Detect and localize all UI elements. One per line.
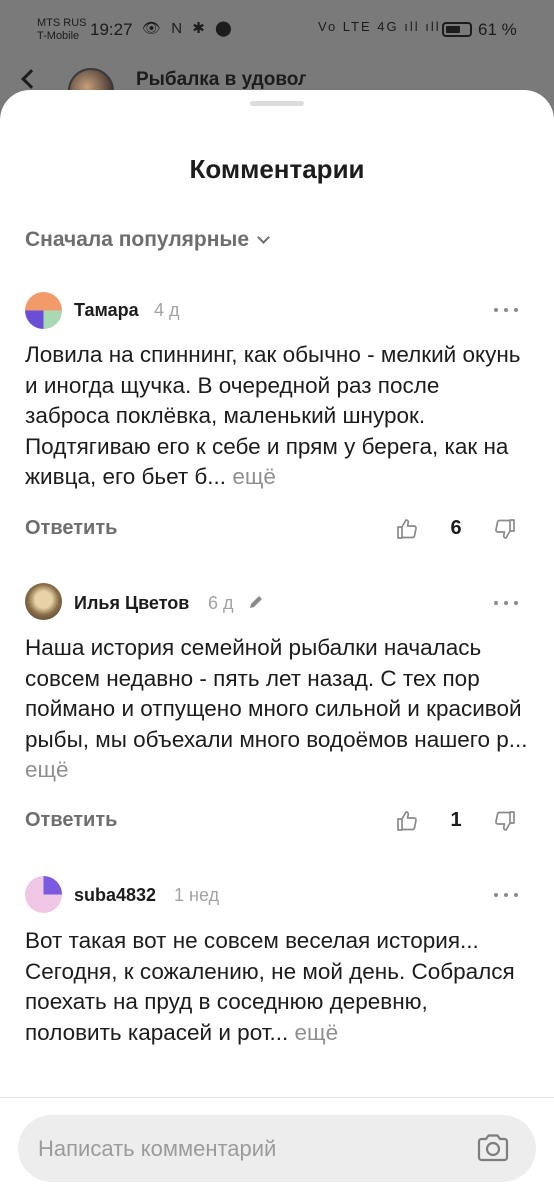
like-count: 6 xyxy=(450,517,462,539)
reply-button[interactable]: Ответить xyxy=(25,517,117,540)
carrier-1: MTS RUS xyxy=(37,17,87,29)
carrier-info: MTS RUS T-Mobile xyxy=(37,17,87,43)
signal-icons: Vo LTE 4G ıll ıll xyxy=(318,19,441,34)
read-more-link[interactable]: ещё xyxy=(295,1020,339,1045)
comment-author[interactable]: Тамара xyxy=(74,300,139,321)
read-more-link[interactable]: ещё xyxy=(25,757,69,782)
more-options-icon[interactable] xyxy=(494,306,518,314)
comment-input-placeholder: Написать комментарий xyxy=(38,1136,277,1161)
thumbs-down-icon[interactable] xyxy=(493,809,517,833)
edited-pencil-icon xyxy=(250,596,262,608)
carrier-2: T-Mobile xyxy=(37,30,80,42)
camera-icon[interactable] xyxy=(476,1133,510,1163)
comment-text: Наша история семейной рыбалки началась с… xyxy=(25,633,530,786)
sheet-drag-handle[interactable] xyxy=(250,101,304,106)
thumbs-up-icon[interactable] xyxy=(395,809,419,833)
comment-time: 6 д xyxy=(208,593,234,613)
sort-label: Сначала популярные xyxy=(25,228,250,251)
comment-text: Ловила на спиннинг, как обычно - мелкий … xyxy=(25,340,530,493)
status-icons-left: 👁 N ✱ ⬤ xyxy=(142,20,235,37)
comment-time: 1 нед xyxy=(174,885,220,905)
avatar[interactable] xyxy=(25,583,62,620)
comment-time: 4 д xyxy=(154,300,180,320)
battery-icon xyxy=(442,22,472,37)
comment-input[interactable]: Написать комментарий xyxy=(18,1115,536,1182)
more-options-icon[interactable] xyxy=(494,599,518,607)
chevron-down-icon xyxy=(257,231,270,244)
status-time: 19:27 xyxy=(90,20,133,39)
sort-dropdown[interactable]: Сначала популярные xyxy=(25,228,270,252)
comment-body: Вот такая вот не совсем веселая история.… xyxy=(25,928,515,1045)
battery-level: 61 % xyxy=(478,20,517,39)
channel-title[interactable]: Рыбалка в удовол xyxy=(136,69,306,91)
comments-sheet: Комментарии Сначала популярные Тамара 4 … xyxy=(0,90,554,1200)
sheet-title: Комментарии xyxy=(189,154,365,184)
comment-author[interactable]: suba4832 xyxy=(74,885,156,906)
reply-button[interactable]: Ответить xyxy=(25,809,117,832)
thumbs-down-icon[interactable] xyxy=(493,517,517,541)
comment-author[interactable]: Илья Цветов xyxy=(74,593,189,614)
read-more-link[interactable]: ещё xyxy=(232,464,276,489)
thumbs-up-icon[interactable] xyxy=(395,517,419,541)
comment-body: Наша история семейной рыбалки началась с… xyxy=(25,635,528,752)
avatar[interactable] xyxy=(25,292,62,329)
avatar[interactable] xyxy=(25,876,62,913)
comment-text: Вот такая вот не совсем веселая история.… xyxy=(25,926,530,1048)
back-arrow-icon[interactable] xyxy=(21,69,41,89)
composer-divider xyxy=(0,1097,554,1098)
like-count: 1 xyxy=(450,809,462,831)
status-bar: MTS RUS T-Mobile 19:27 👁 N ✱ ⬤ Vo LTE 4G… xyxy=(0,0,554,60)
more-options-icon[interactable] xyxy=(494,891,518,899)
